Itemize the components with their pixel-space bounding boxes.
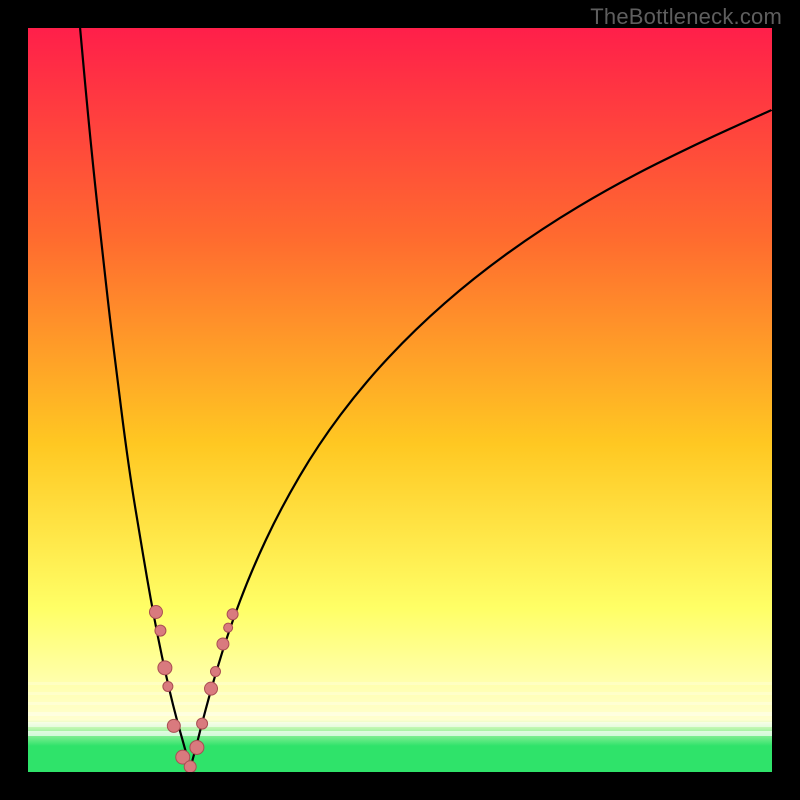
data-markers xyxy=(28,28,772,772)
marker-point xyxy=(224,623,233,632)
marker-point xyxy=(149,606,162,619)
marker-point xyxy=(184,761,196,772)
chart-frame: TheBottleneck.com xyxy=(0,0,800,800)
marker-point xyxy=(205,682,218,695)
marker-point xyxy=(163,681,173,691)
marker-point xyxy=(210,667,220,677)
watermark-text: TheBottleneck.com xyxy=(590,4,782,30)
marker-point xyxy=(190,740,204,754)
plot-area xyxy=(28,28,772,772)
marker-point xyxy=(197,718,208,729)
marker-point xyxy=(155,625,166,636)
marker-point xyxy=(158,661,172,675)
marker-point xyxy=(227,609,238,620)
marker-point xyxy=(217,638,229,650)
marker-point xyxy=(167,719,180,732)
